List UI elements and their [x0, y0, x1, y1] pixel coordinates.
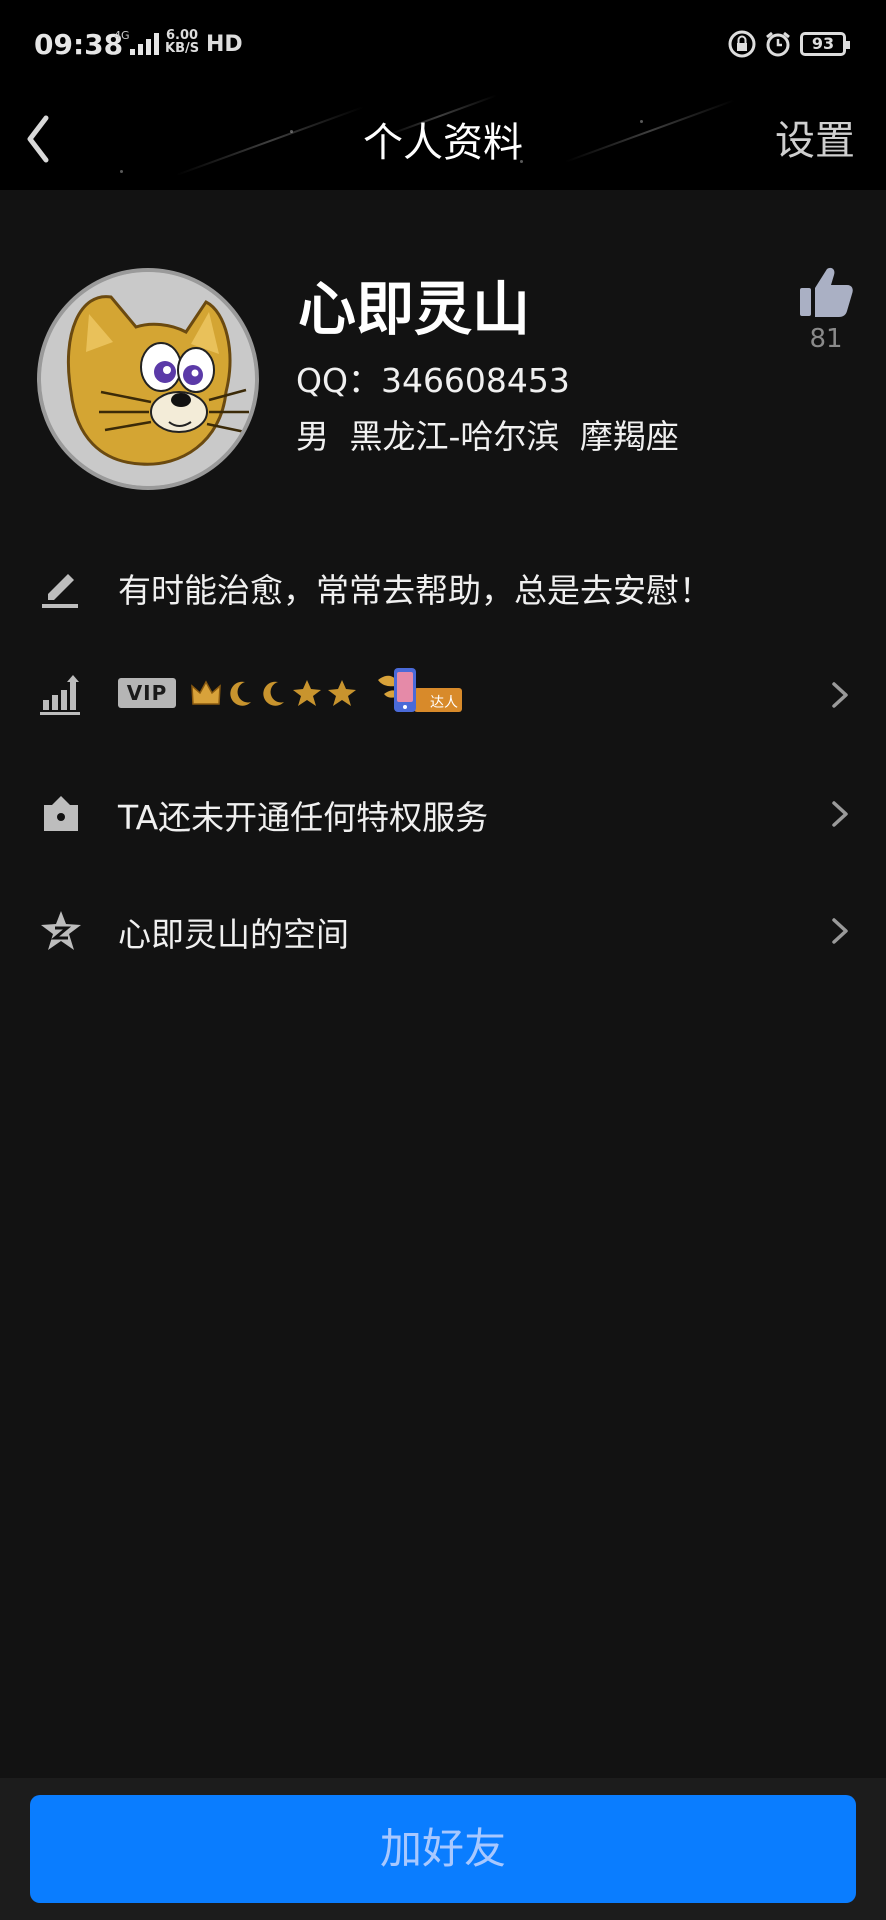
moon-icon	[263, 681, 284, 706]
status-bar: 09:38 4G 6.00 KB/S HD 93	[0, 0, 886, 90]
crown-icon	[191, 680, 221, 705]
level-chart-icon	[40, 675, 80, 715]
network-type: 4G	[114, 29, 130, 42]
qq-number[interactable]: QQ：346608453	[296, 354, 570, 402]
chevron-right-icon	[832, 918, 848, 944]
vip-badge: VIP	[118, 678, 176, 708]
qzone-row[interactable]: 心即灵山的空间	[0, 890, 886, 970]
settings-button[interactable]: 设置	[775, 108, 855, 166]
battery-indicator: 93	[800, 32, 850, 56]
avatar[interactable]	[37, 268, 259, 490]
signature-text: 有时能治愈，常常去帮助，总是去安慰！	[118, 571, 712, 610]
thumbs-up-icon[interactable]	[798, 264, 854, 320]
like-count: 81	[809, 324, 843, 354]
add-friend-button[interactable]: 加好友	[30, 1795, 856, 1903]
speed-unit: KB/S	[165, 41, 200, 56]
qq-level-icons	[190, 670, 358, 716]
lock-icon	[728, 30, 756, 58]
status-time: 09:38	[34, 28, 124, 61]
profile-info: 男 黑龙江-哈尔滨 摩羯座	[296, 417, 679, 456]
star-icon	[293, 680, 321, 706]
page-title: 个人资料	[363, 120, 523, 166]
qzone-star-icon	[41, 911, 81, 950]
network-speed: 6.00 KB/S	[165, 29, 199, 55]
cat-avatar-image	[41, 272, 255, 486]
privilege-bag-icon	[44, 796, 78, 831]
chevron-right-icon	[832, 682, 848, 708]
privilege-row[interactable]: TA还未开通任何特权服务	[0, 773, 886, 853]
moon-icon	[230, 681, 251, 706]
pencil-icon	[42, 574, 78, 608]
signature-row[interactable]: 有时能治愈，常常去帮助，总是去安慰！	[0, 546, 886, 626]
privilege-text: TA还未开通任何特权服务	[118, 798, 489, 837]
signal-icon	[130, 31, 159, 55]
daren-label: 达人	[430, 695, 458, 711]
level-row[interactable]: VIP 达人	[0, 654, 886, 734]
qzone-text: 心即灵山的空间	[118, 915, 349, 954]
alarm-icon	[766, 31, 790, 57]
hd-icon: HD	[206, 32, 243, 57]
nickname: 心即灵山	[298, 275, 531, 343]
nav-bar: 个人资料 设置	[0, 90, 886, 190]
star-icon	[328, 680, 356, 706]
chevron-right-icon	[832, 801, 848, 827]
